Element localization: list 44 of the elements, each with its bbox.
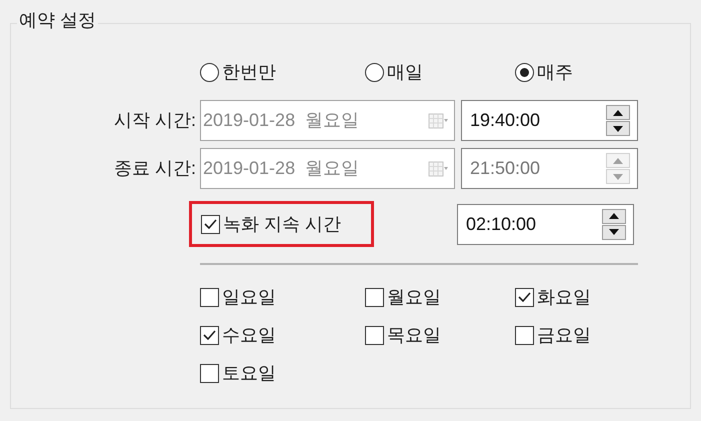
checkbox-label: 금요일 bbox=[537, 324, 591, 346]
time-field[interactable]: 02:10:00 bbox=[457, 204, 634, 244]
checkbox-label: 녹화 지속 시간 bbox=[223, 212, 342, 236]
down-arrow-icon bbox=[613, 174, 623, 180]
spin-up-button[interactable] bbox=[602, 208, 626, 224]
check-icon bbox=[518, 292, 531, 302]
checkbox[interactable] bbox=[365, 326, 384, 344]
radio-button[interactable] bbox=[200, 62, 219, 82]
checkbox-label: 토요일 bbox=[222, 362, 276, 384]
time-field[interactable]: 19:40:00 bbox=[461, 100, 638, 141]
checkbox[interactable] bbox=[200, 364, 219, 382]
spin-down-button[interactable] bbox=[602, 224, 626, 240]
radio-label: 매주 bbox=[537, 61, 573, 84]
checkbox-label: 화요일 bbox=[537, 286, 591, 308]
date-value: 2019-01-28 월요일 bbox=[203, 157, 360, 180]
time-value: 21:50:00 bbox=[470, 157, 540, 180]
down-arrow-icon bbox=[609, 229, 619, 235]
checkbox[interactable] bbox=[200, 326, 219, 344]
up-arrow-icon bbox=[613, 158, 623, 164]
radio-button[interactable] bbox=[365, 62, 384, 82]
radio-label: 매일 bbox=[387, 61, 423, 84]
checkbox-label: 일요일 bbox=[222, 286, 276, 308]
field-label: 시작 시간: bbox=[112, 109, 197, 132]
checkbox[interactable] bbox=[200, 288, 219, 306]
check-icon bbox=[204, 219, 217, 229]
date-value: 2019-01-28 월요일 bbox=[203, 109, 360, 132]
checkbox[interactable] bbox=[365, 288, 384, 306]
radio-button[interactable] bbox=[515, 62, 534, 82]
spin-up-button[interactable] bbox=[606, 105, 630, 120]
checkbox-label: 목요일 bbox=[387, 324, 441, 346]
check-icon bbox=[203, 330, 216, 340]
down-arrow-icon bbox=[613, 126, 623, 132]
checkbox[interactable] bbox=[201, 214, 220, 234]
spin-down-button[interactable] bbox=[606, 121, 630, 136]
up-arrow-icon bbox=[609, 213, 619, 219]
field-label: 종료 시간: bbox=[112, 157, 197, 180]
time-value: 19:40:00 bbox=[470, 109, 540, 132]
checkbox[interactable] bbox=[515, 326, 534, 344]
checkbox-label: 월요일 bbox=[387, 286, 441, 308]
radio-label: 한번만 bbox=[222, 61, 276, 84]
checkbox-label: 수요일 bbox=[222, 324, 276, 346]
time-value: 02:10:00 bbox=[466, 212, 536, 236]
up-arrow-icon bbox=[613, 110, 623, 116]
checkbox[interactable] bbox=[515, 288, 534, 306]
